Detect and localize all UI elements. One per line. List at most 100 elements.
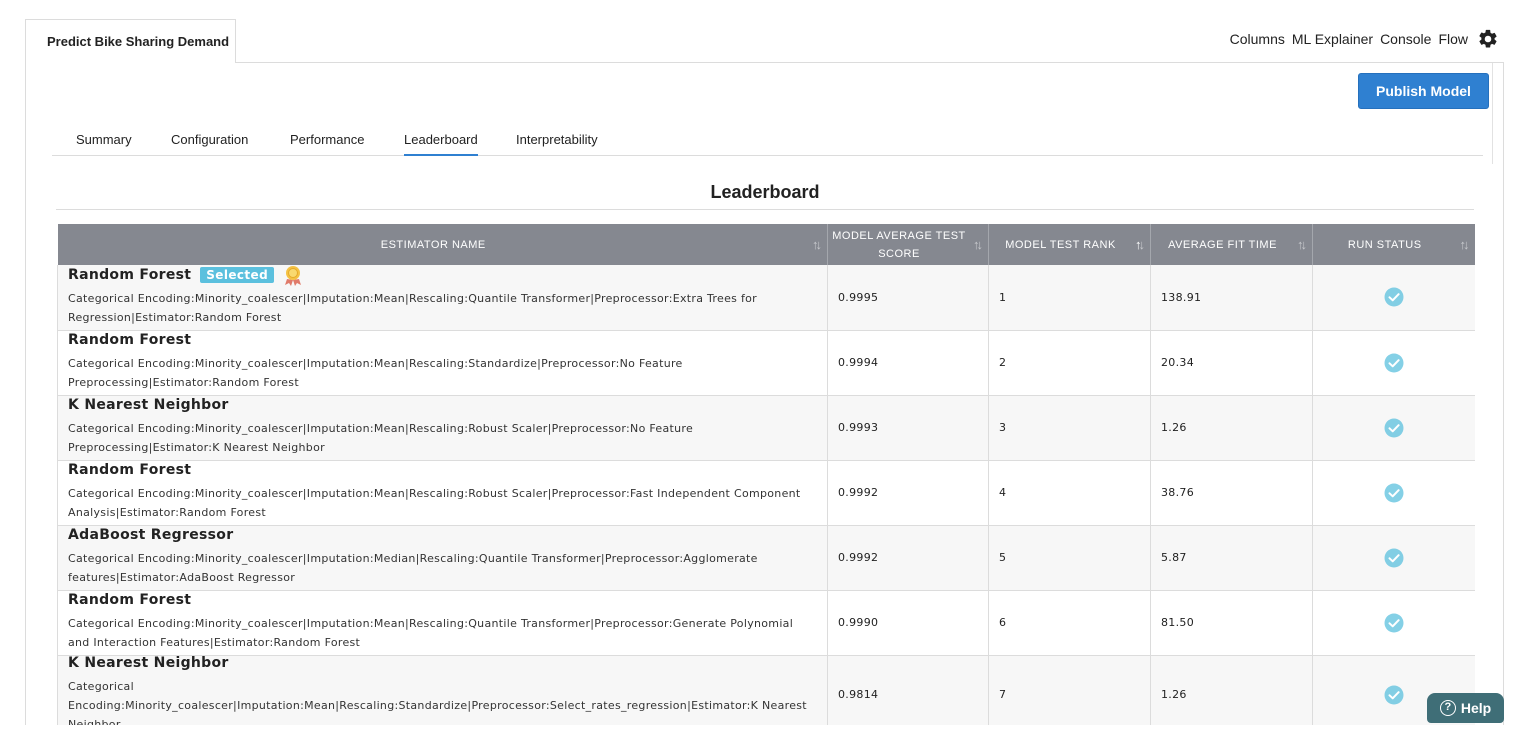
leaderboard-table: ESTIMATOR NAME ↑↓ MODEL AVERAGE TEST SCOR…: [57, 224, 1475, 725]
rank-cell: 5: [988, 525, 1151, 591]
estimator-description: Categorical Encoding:Minority_coalescer|…: [68, 291, 757, 324]
rank-cell: 2: [988, 330, 1151, 396]
score-cell: 0.9993: [827, 395, 989, 461]
columns-link[interactable]: Columns: [1230, 31, 1285, 47]
estimator-description: Categorical Encoding:Minority_coalescer|…: [68, 552, 758, 584]
estimator-cell: K Nearest Neighbor Categorical Encoding:M…: [57, 394, 828, 461]
panel-scrollbar[interactable]: [1492, 63, 1493, 164]
rank-cell: 7: [988, 655, 1151, 725]
estimator-description: Categorical Encoding:Minority_coalescer|…: [68, 422, 694, 454]
tab-configuration[interactable]: Configuration: [171, 129, 248, 156]
rank-cell: 4: [988, 460, 1151, 526]
estimator-name-text: K Nearest Neighbor: [68, 397, 229, 413]
estimator-cell: K Nearest Neighbor Categorical Encoding:M…: [57, 652, 828, 726]
estimator-description: Categorical Encoding:Minority_coalescer|…: [68, 487, 801, 519]
col-model-test-rank[interactable]: MODEL TEST RANK ↑↓: [988, 224, 1151, 265]
top-nav: Columns ML Explainer Console Flow: [1230, 26, 1499, 52]
run-status-cell: [1312, 525, 1475, 591]
fit-time-cell: 20.34: [1150, 330, 1313, 396]
tab-performance[interactable]: Performance: [290, 129, 364, 156]
rank-cell: 6: [988, 590, 1151, 656]
check-circle-icon: [1384, 353, 1404, 372]
estimator-name: K Nearest Neighbor: [68, 652, 817, 674]
fit-time-cell: 138.91: [1150, 265, 1313, 331]
table-row[interactable]: K Nearest Neighbor Categorical Encoding:M…: [57, 652, 1475, 726]
fit-time-cell: 1.26: [1150, 395, 1313, 461]
fit-time-cell: 1.26: [1150, 655, 1313, 725]
main-panel: Publish Model Summary Configuration Perf…: [25, 62, 1504, 725]
rank-cell: 1: [988, 265, 1151, 331]
flow-link[interactable]: Flow: [1438, 31, 1468, 47]
estimator-name-text: Random Forest: [68, 266, 192, 283]
help-button[interactable]: ? Help: [1427, 693, 1504, 723]
estimator-cell: Random Forest Categorical Encoding:Minori…: [57, 329, 828, 396]
sort-icon[interactable]: ↑↓: [1460, 236, 1470, 254]
check-circle-icon: [1384, 418, 1404, 437]
estimator-name-text: Random Forest: [68, 332, 192, 348]
run-status-cell: [1312, 395, 1475, 461]
score-cell: 0.9995: [827, 265, 989, 331]
estimator-name-text: AdaBoost Regressor: [68, 527, 234, 543]
sort-icon[interactable]: ↑↓: [812, 236, 822, 254]
tab-interpretability[interactable]: Interpretability: [516, 129, 598, 156]
publish-model-button[interactable]: Publish Model: [1358, 73, 1489, 109]
score-cell: 0.9814: [827, 655, 989, 725]
rank-cell: 3: [988, 395, 1151, 461]
run-status-cell: [1312, 330, 1475, 396]
tab-summary[interactable]: Summary: [76, 129, 132, 156]
table-row[interactable]: AdaBoost Regressor Categorical Encoding:M…: [57, 524, 1475, 591]
medal-icon: [285, 265, 302, 286]
project-tab[interactable]: Predict Bike Sharing Demand: [25, 19, 236, 63]
estimator-name: Random Forest Selected: [68, 264, 817, 286]
estimator-description: Categorical Encoding:Minority_coalescer|…: [68, 679, 807, 726]
score-cell: 0.9990: [827, 590, 989, 656]
help-label: Help: [1460, 700, 1492, 716]
table-row[interactable]: Random Forest Categorical Encoding:Minori…: [57, 589, 1475, 656]
run-status-cell: [1312, 460, 1475, 526]
check-circle-icon: [1384, 548, 1404, 567]
table-row[interactable]: K Nearest Neighbor Categorical Encoding:M…: [57, 394, 1475, 461]
estimator-cell: AdaBoost Regressor Categorical Encoding:M…: [57, 524, 828, 591]
gear-icon[interactable]: [1477, 28, 1499, 50]
col-model-average-test-score[interactable]: MODEL AVERAGE TEST SCORE ↑↓: [827, 224, 989, 265]
estimator-name: Random Forest: [68, 589, 817, 611]
check-circle-icon: [1384, 685, 1404, 704]
score-cell: 0.9992: [827, 525, 989, 591]
estimator-cell: Random Forest Selected Categorical Encodin…: [57, 264, 828, 331]
estimator-name: AdaBoost Regressor: [68, 524, 817, 546]
estimator-name-text: K Nearest Neighbor: [68, 654, 229, 671]
ml-explainer-link[interactable]: ML Explainer: [1292, 31, 1373, 47]
score-cell: 0.9992: [827, 460, 989, 526]
tab-leaderboard[interactable]: Leaderboard: [404, 129, 478, 156]
estimator-cell: Random Forest Categorical Encoding:Minori…: [57, 589, 828, 656]
run-status-cell: [1312, 265, 1475, 331]
estimator-description: Categorical Encoding:Minority_coalescer|…: [68, 357, 683, 389]
table-row[interactable]: Random Forest Categorical Encoding:Minori…: [57, 329, 1475, 396]
fit-time-cell: 81.50: [1150, 590, 1313, 656]
selected-badge: Selected: [200, 266, 275, 283]
sort-icon[interactable]: ↑↓: [973, 236, 983, 254]
estimator-cell: Random Forest Categorical Encoding:Minori…: [57, 459, 828, 526]
col-run-status[interactable]: RUN STATUS ↑↓: [1312, 224, 1475, 265]
leaderboard-title: Leaderboard: [56, 182, 1474, 210]
table-row[interactable]: Random Forest Selected Categorical Encodin…: [57, 264, 1475, 331]
col-estimator-name[interactable]: ESTIMATOR NAME ↑↓: [57, 224, 828, 265]
estimator-description: Categorical Encoding:Minority_coalescer|…: [68, 617, 794, 649]
console-link[interactable]: Console: [1380, 31, 1431, 47]
score-cell: 0.9994: [827, 330, 989, 396]
sort-asc-icon[interactable]: ↑↓: [1135, 236, 1145, 254]
fit-time-cell: 38.76: [1150, 460, 1313, 526]
check-circle-icon: [1384, 613, 1404, 632]
col-average-fit-time[interactable]: AVERAGE FIT TIME ↑↓: [1150, 224, 1313, 265]
sort-icon[interactable]: ↑↓: [1297, 236, 1307, 254]
estimator-name: Random Forest: [68, 329, 817, 351]
table-row[interactable]: Random Forest Categorical Encoding:Minori…: [57, 459, 1475, 526]
help-icon: ?: [1439, 700, 1456, 716]
result-tabs: Summary Configuration Performance Leader…: [52, 129, 1483, 156]
estimator-name-text: Random Forest: [68, 592, 192, 608]
check-circle-icon: [1384, 287, 1404, 307]
run-status-cell: [1312, 590, 1475, 656]
estimator-name-text: Random Forest: [68, 462, 192, 478]
estimator-name: K Nearest Neighbor: [68, 394, 817, 416]
estimator-name: Random Forest: [68, 459, 817, 481]
